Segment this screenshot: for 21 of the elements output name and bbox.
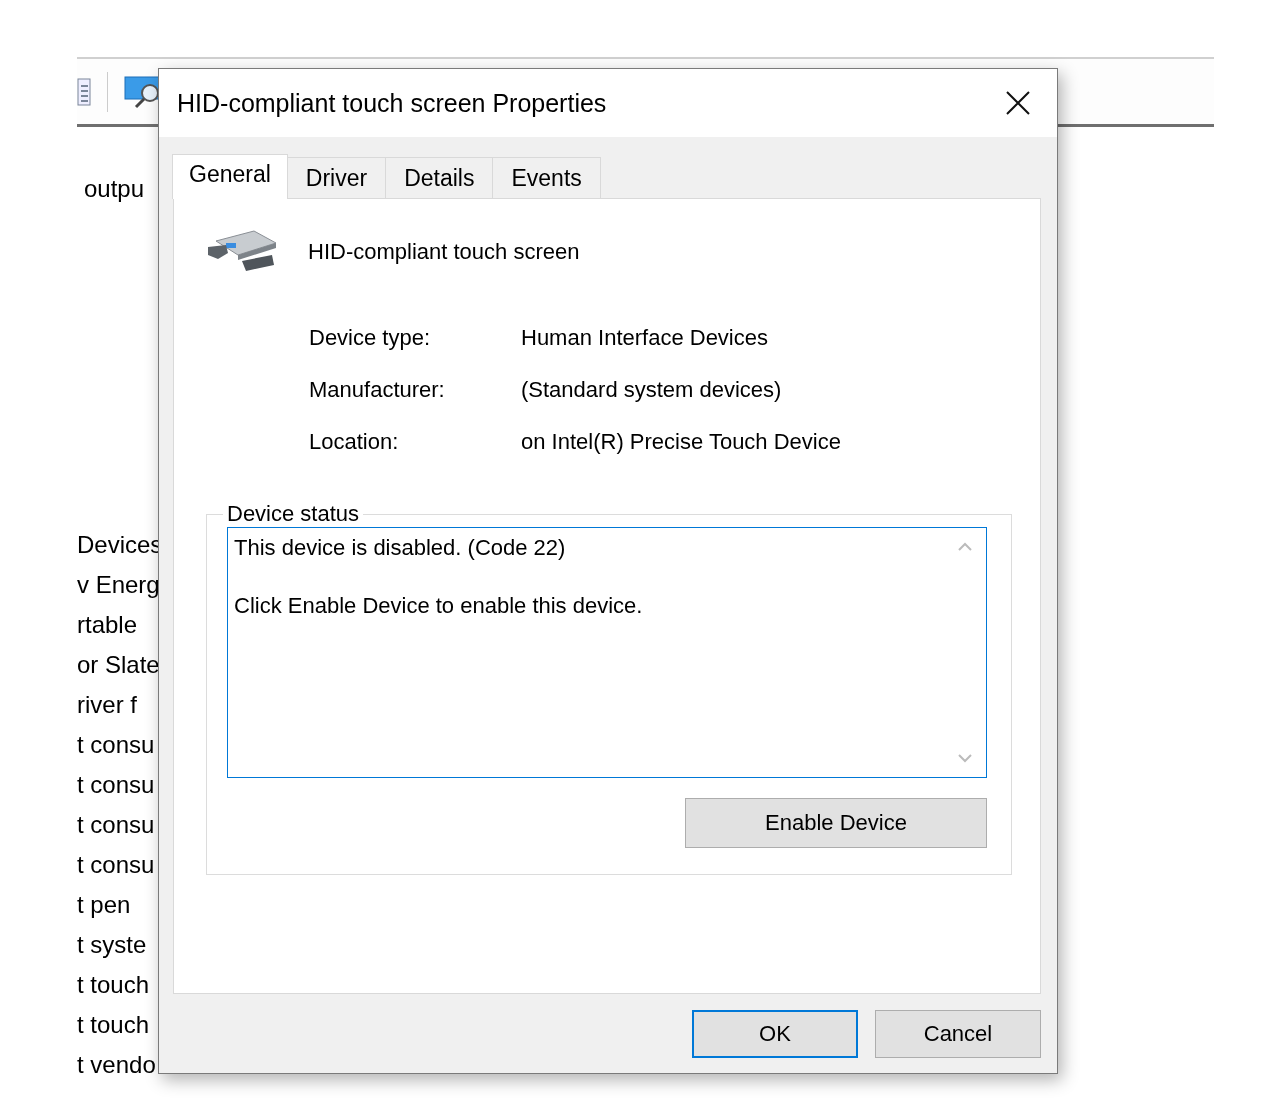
property-value: (Standard system devices) [521, 377, 783, 403]
property-value: on Intel(R) Precise Touch Device [521, 429, 842, 455]
property-label: Manufacturer: [309, 377, 446, 403]
monitor-search-icon[interactable] [124, 74, 160, 109]
touch-device-icon [206, 229, 278, 273]
scroll-up-icon[interactable] [958, 542, 972, 551]
device-name: HID-compliant touch screen [308, 239, 580, 265]
property-label: Location: [309, 429, 400, 455]
dialog-button[interactable]: OK [692, 1010, 858, 1058]
dialog-title: HID-compliant touch screen Properties [177, 88, 607, 118]
property-value: Human Interface Devices [521, 325, 769, 351]
list-icon[interactable] [77, 77, 91, 106]
tab[interactable]: Events [492, 157, 601, 198]
scroll-down-icon[interactable] [958, 754, 972, 763]
enable-device-button[interactable]: Enable Device [685, 798, 987, 848]
section-heading: outpu [84, 175, 145, 203]
tab[interactable]: General [172, 154, 288, 199]
property-label: Device type: [309, 325, 432, 351]
dialog-button[interactable]: Cancel [875, 1010, 1041, 1058]
group-title: Device status [226, 501, 361, 527]
status-text-field[interactable]: This device is disabled. (Code 22) Click Enable Device to enable this device. [227, 527, 987, 778]
